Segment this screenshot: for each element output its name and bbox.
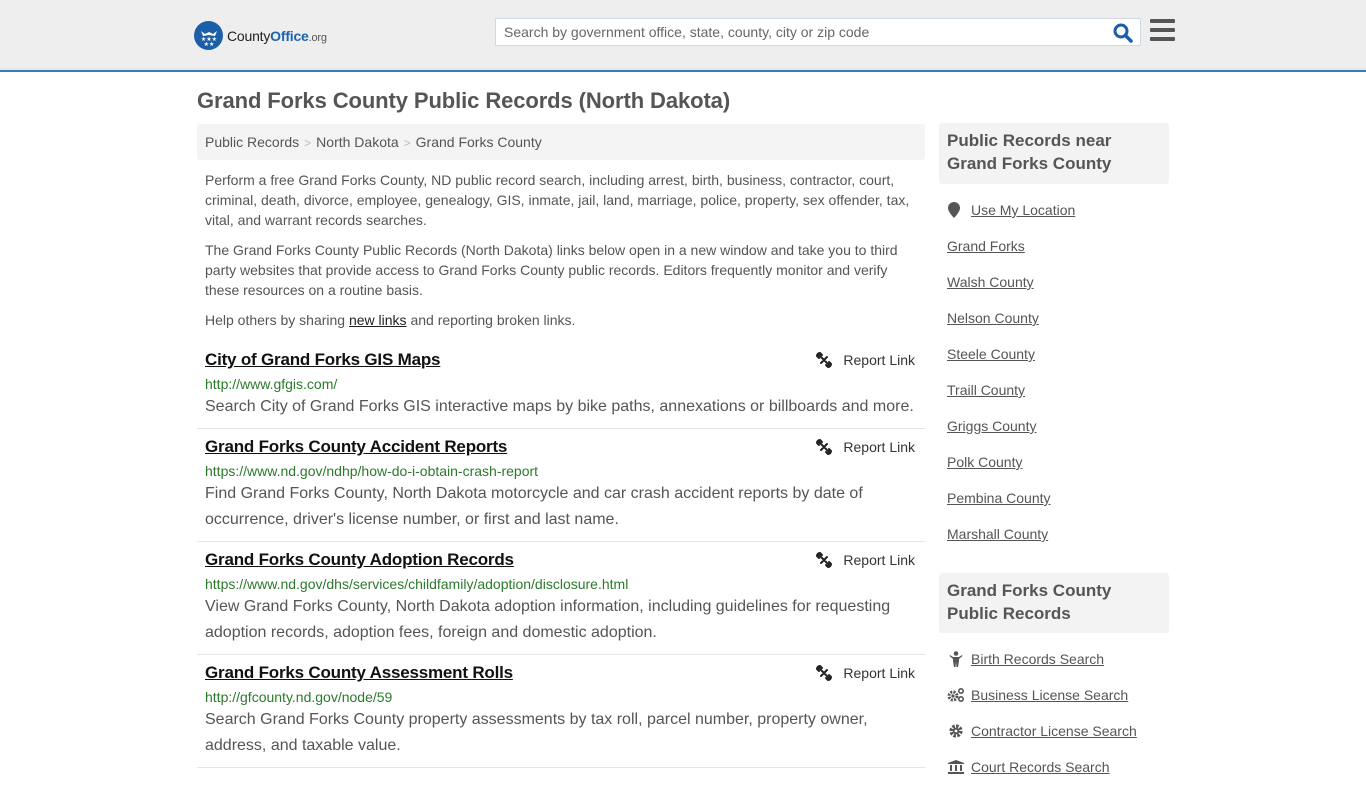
eagle-logo-icon: ★★★ ★★ xyxy=(194,21,223,50)
new-links-link[interactable]: new links xyxy=(349,312,407,328)
search-input[interactable] xyxy=(496,19,1106,45)
nearby-link-traill-county[interactable]: Traill County xyxy=(947,382,1025,398)
nearby-link-steele-county[interactable]: Steele County xyxy=(947,346,1035,362)
breadcrumb: Public Records > North Dakota > Grand Forks … xyxy=(197,124,925,160)
record-description: Find Grand Forks County, North Dakota mo… xyxy=(205,485,863,528)
record-url: https://www.nd.gov/dhs/services/childfam… xyxy=(205,576,629,592)
site-header: ★★★ ★★ CountyOffice.org xyxy=(0,0,1366,72)
nearby-link-griggs-county[interactable]: Griggs County xyxy=(947,418,1036,434)
cogs-icon xyxy=(947,687,965,703)
breadcrumb-public-records[interactable]: Public Records xyxy=(205,134,299,150)
nearby-link-polk-county[interactable]: Polk County xyxy=(947,454,1022,470)
nearby-records-list: Use My Location Grand Forks Walsh County… xyxy=(947,192,1167,552)
nearby-records-heading: Public Records near Grand Forks County xyxy=(939,123,1169,184)
intro-text: Perform a free Grand Forks County, ND pu… xyxy=(205,170,920,340)
nearby-link-marshall-county[interactable]: Marshall County xyxy=(947,526,1048,542)
nearby-item: Traill County xyxy=(947,372,1167,408)
courthouse-icon xyxy=(947,760,965,774)
nearby-item: Marshall County xyxy=(947,516,1167,552)
nearby-item: Steele County xyxy=(947,336,1167,372)
record-url: http://www.gfgis.com/ xyxy=(205,376,338,392)
search-icon xyxy=(1113,23,1133,43)
record-item: Grand Forks County Assessment Rolls Repo… xyxy=(197,655,925,768)
nearby-item: Pembina County xyxy=(947,480,1167,516)
report-link-label: Report Link xyxy=(843,665,915,681)
business-license-search-link[interactable]: Business License Search xyxy=(971,687,1128,703)
record-description: Search Grand Forks County property asses… xyxy=(205,711,868,754)
broken-link-icon xyxy=(816,439,833,455)
county-records-list: Birth Records Search Business License Se… xyxy=(947,641,1167,785)
share-links-paragraph: Help others by sharing new links and rep… xyxy=(205,312,576,328)
report-link-label: Report Link xyxy=(843,439,915,455)
map-marker-icon xyxy=(947,202,961,218)
report-link-label: Report Link xyxy=(843,352,915,368)
record-title-link[interactable]: Grand Forks County Adoption Records xyxy=(205,550,514,570)
hamburger-menu-icon[interactable] xyxy=(1150,19,1175,43)
record-title-link[interactable]: Grand Forks County Accident Reports xyxy=(205,437,507,457)
record-url: https://www.nd.gov/ndhp/how-do-i-obtain-… xyxy=(205,463,539,479)
county-record-item: Contractor License Search xyxy=(947,713,1167,749)
site-logo[interactable]: ★★★ ★★ CountyOffice.org xyxy=(194,21,327,50)
record-item: Grand Forks County Adoption Records Repo… xyxy=(197,542,925,655)
breadcrumb-north-dakota[interactable]: North Dakota xyxy=(316,134,398,150)
nearby-item: Polk County xyxy=(947,444,1167,480)
county-record-item: Business License Search xyxy=(947,677,1167,713)
logo-wordmark: CountyOffice.org xyxy=(227,27,327,44)
nearby-item: Griggs County xyxy=(947,408,1167,444)
record-url: http://gfcounty.nd.gov/node/59 xyxy=(205,689,393,705)
nearby-link-nelson-county[interactable]: Nelson County xyxy=(947,310,1039,326)
use-my-location-link[interactable]: Use My Location xyxy=(971,202,1075,218)
nearby-link-walsh-county[interactable]: Walsh County xyxy=(947,274,1034,290)
birth-records-search-link[interactable]: Birth Records Search xyxy=(971,651,1104,667)
broken-link-icon xyxy=(816,552,833,568)
record-description: View Grand Forks County, North Dakota ad… xyxy=(205,598,891,641)
breadcrumb-separator: > xyxy=(403,136,411,150)
child-icon xyxy=(947,651,965,667)
broken-link-icon xyxy=(816,665,833,681)
records-list: City of Grand Forks GIS Maps Report Link… xyxy=(197,342,925,768)
county-records-heading: Grand Forks County Public Records xyxy=(939,573,1169,633)
record-item: Grand Forks County Accident Reports Repo… xyxy=(197,429,925,542)
report-link-button[interactable]: Report Link xyxy=(816,552,915,568)
court-records-search-link[interactable]: Court Records Search xyxy=(971,759,1110,775)
report-link-button[interactable]: Report Link xyxy=(816,665,915,681)
county-record-item: Birth Records Search xyxy=(947,641,1167,677)
record-item: City of Grand Forks GIS Maps Report Link… xyxy=(197,342,925,429)
record-description: Search City of Grand Forks GIS interacti… xyxy=(205,398,914,415)
report-link-button[interactable]: Report Link xyxy=(816,439,915,455)
nearby-link-pembina-county[interactable]: Pembina County xyxy=(947,490,1051,506)
nearby-item: Nelson County xyxy=(947,300,1167,336)
report-link-label: Report Link xyxy=(843,552,915,568)
search-box xyxy=(495,18,1141,46)
page-title: Grand Forks County Public Records (North… xyxy=(197,88,731,113)
use-my-location-item: Use My Location xyxy=(947,192,1167,228)
nearby-item: Grand Forks xyxy=(947,228,1167,264)
record-title-link[interactable]: City of Grand Forks GIS Maps xyxy=(205,350,440,370)
nearby-item: Walsh County xyxy=(947,264,1167,300)
broken-link-icon xyxy=(816,352,833,368)
search-button[interactable] xyxy=(1112,22,1134,44)
intro-paragraph: Perform a free Grand Forks County, ND pu… xyxy=(205,172,910,228)
breadcrumb-grand-forks-county[interactable]: Grand Forks County xyxy=(416,134,542,150)
record-title-link[interactable]: Grand Forks County Assessment Rolls xyxy=(205,663,513,683)
intro-paragraph: The Grand Forks County Public Records (N… xyxy=(205,242,898,298)
nearby-link-grand-forks[interactable]: Grand Forks xyxy=(947,238,1025,254)
county-record-item: Court Records Search xyxy=(947,749,1167,785)
breadcrumb-separator: > xyxy=(304,136,312,150)
contractor-license-search-link[interactable]: Contractor License Search xyxy=(971,723,1137,739)
gear-icon xyxy=(947,724,965,738)
report-link-button[interactable]: Report Link xyxy=(816,352,915,368)
svg-text:★★: ★★ xyxy=(203,41,214,47)
